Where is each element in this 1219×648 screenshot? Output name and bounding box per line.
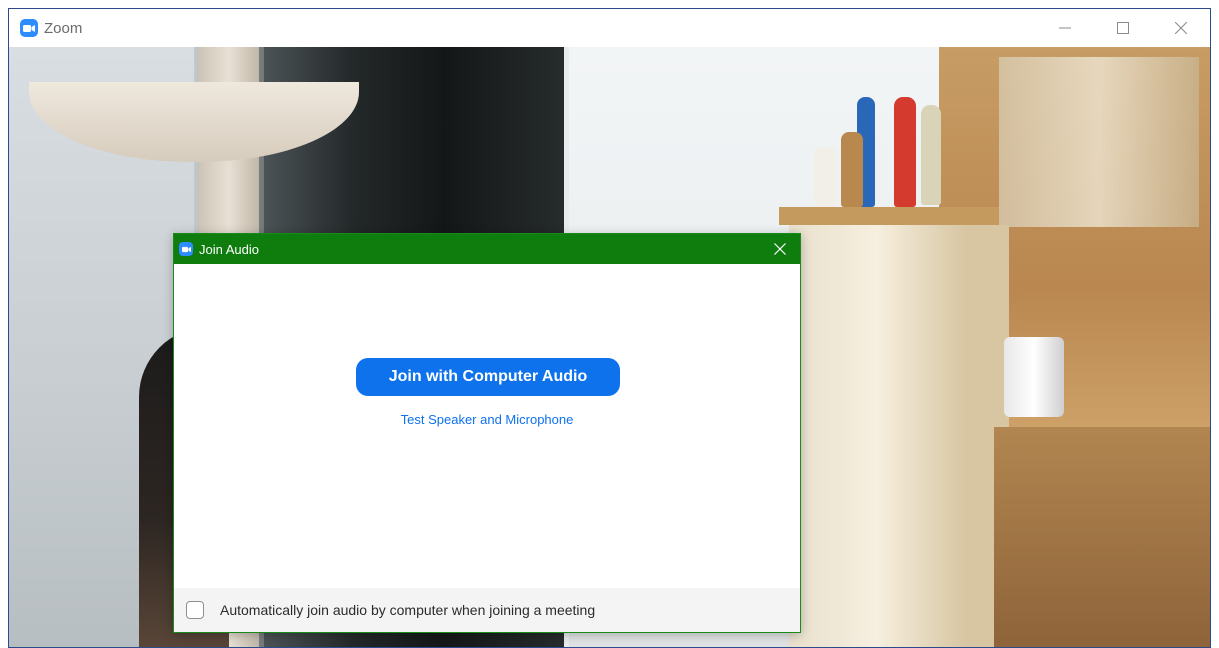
auto-join-audio-label[interactable]: Automatically join audio by computer whe…: [220, 602, 595, 618]
scene-shelf: [779, 207, 999, 225]
close-icon: [774, 243, 786, 255]
scene-fridge: [789, 225, 1009, 647]
minimize-button[interactable]: [1036, 9, 1094, 47]
scene-bottle: [894, 97, 916, 207]
scene-counter: [994, 427, 1210, 647]
close-icon: [1175, 22, 1187, 34]
dialog-titlebar[interactable]: Join Audio: [174, 234, 800, 264]
zoom-camera-icon: [179, 242, 193, 256]
scene-bottle: [921, 105, 941, 205]
minimize-icon: [1059, 27, 1071, 29]
dialog-close-button[interactable]: [760, 234, 800, 264]
scene-bottle: [814, 147, 836, 207]
auto-join-audio-checkbox[interactable]: [186, 601, 204, 619]
dialog-footer: Automatically join audio by computer whe…: [174, 588, 800, 632]
dialog-title: Join Audio: [199, 241, 259, 257]
window-titlebar[interactable]: Zoom: [9, 9, 1210, 47]
window-controls: [1036, 9, 1210, 47]
window-title: Zoom: [44, 19, 83, 37]
join-audio-dialog: Join Audio Join with Computer Audio Test…: [173, 233, 801, 633]
test-speaker-microphone-link[interactable]: Test Speaker and Microphone: [174, 412, 800, 427]
scene-bottle: [841, 132, 863, 207]
zoom-camera-icon: [20, 19, 38, 37]
join-with-computer-audio-button[interactable]: Join with Computer Audio: [356, 358, 620, 396]
scene-kettle: [1004, 337, 1064, 417]
maximize-button[interactable]: [1094, 9, 1152, 47]
scene-cabinet-glass: [999, 57, 1199, 227]
maximize-icon: [1117, 22, 1129, 34]
close-button[interactable]: [1152, 9, 1210, 47]
